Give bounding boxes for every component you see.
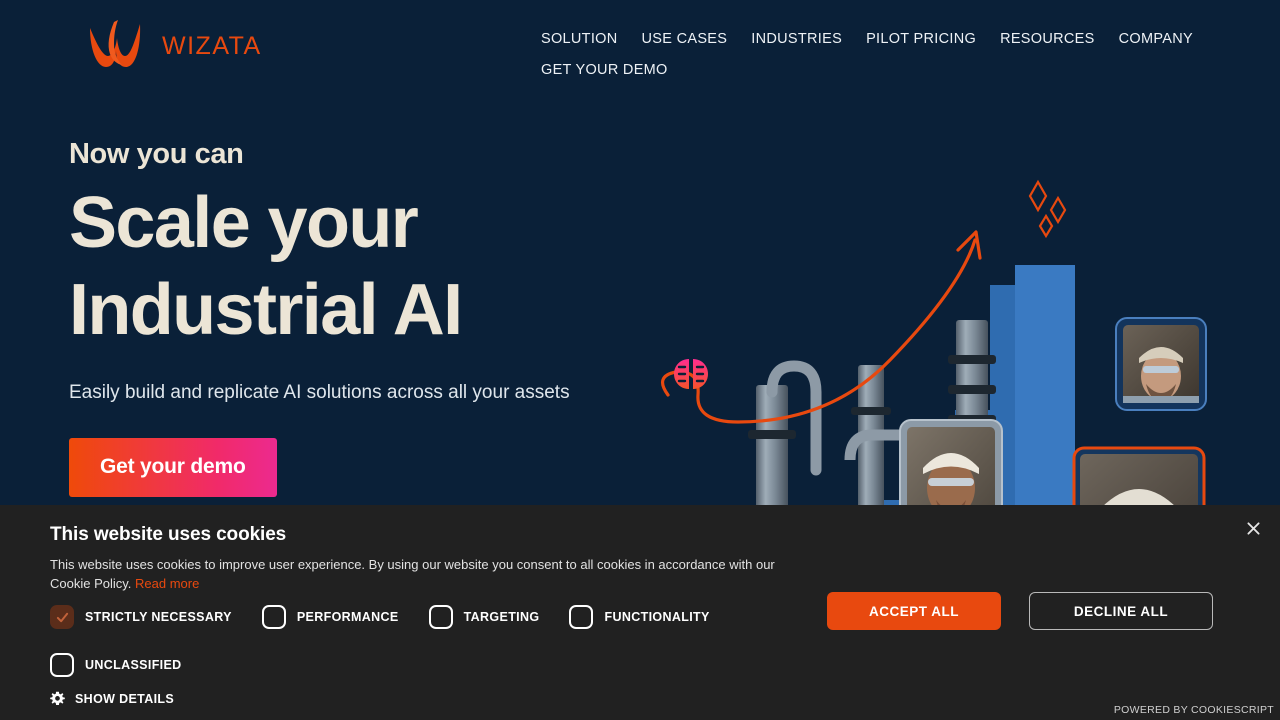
sparkle-diamonds [1028, 179, 1067, 239]
checkbox-strictly-necessary-box[interactable] [50, 605, 74, 629]
checkbox-strictly-necessary[interactable]: STRICTLY NECESSARY [50, 605, 232, 629]
hero-section: Now you can Scale your Industrial AI Eas… [69, 132, 689, 497]
powered-by-label: POWERED BY COOKIESCRIPT [1113, 704, 1274, 716]
checkbox-performance[interactable]: PERFORMANCE [261, 605, 399, 629]
checkbox-functionality[interactable]: FUNCTIONALITY [569, 605, 709, 629]
get-your-demo-button[interactable]: Get your demo [69, 438, 277, 497]
checkbox-targeting-label: TARGETING [463, 610, 540, 624]
checkbox-functionality-label: FUNCTIONALITY [604, 610, 710, 624]
read-more-link[interactable]: Read more [135, 576, 199, 591]
hero-eyebrow: Now you can [69, 138, 244, 170]
show-details-toggle[interactable]: SHOW DETAILS [50, 691, 174, 706]
brand-name: WIZATA [162, 31, 262, 60]
checkbox-strictly-necessary-label: STRICTLY NECESSARY [85, 610, 232, 624]
nav-industries[interactable]: INDUSTRIES [751, 28, 842, 51]
checkbox-unclassified-label: UNCLASSIFIED [85, 658, 182, 672]
nav-resources[interactable]: RESOURCES [1000, 28, 1095, 51]
cookie-banner-description: This website uses cookies to improve use… [50, 555, 810, 593]
accept-all-button[interactable]: ACCEPT ALL [827, 592, 1001, 630]
close-icon [1246, 521, 1260, 535]
cookie-action-buttons: ACCEPT ALL DECLINE ALL [827, 592, 1213, 630]
nav-use-cases[interactable]: USE CASES [642, 28, 728, 51]
show-details-label: SHOW DETAILS [75, 691, 175, 706]
checkbox-unclassified-box[interactable] [50, 653, 74, 677]
checkbox-targeting[interactable]: TARGETING [428, 605, 540, 629]
nav-pilot-pricing[interactable]: PILOT PRICING [866, 28, 976, 51]
gear-icon [50, 691, 65, 706]
checkbox-unclassified[interactable]: UNCLASSIFIED [50, 653, 182, 677]
close-banner-button[interactable] [1239, 514, 1267, 542]
checkbox-performance-box[interactable] [261, 605, 286, 629]
main-navigation: SOLUTION USE CASES INDUSTRIES PILOT PRIC… [541, 28, 1241, 82]
checkbox-targeting-box[interactable] [428, 605, 453, 629]
hero-headline-line-1: Scale your [69, 183, 419, 263]
nav-company[interactable]: COMPANY [1119, 28, 1193, 51]
site-header: WIZATA SOLUTION USE CASES INDUSTRIES PIL… [0, 0, 1280, 100]
nav-solution[interactable]: SOLUTION [541, 28, 618, 51]
brand-logo[interactable]: WIZATA [84, 18, 262, 74]
nav-get-your-demo[interactable]: GET YOUR DEMO [541, 59, 668, 82]
hero-headline-line-2: Industrial AI [69, 270, 463, 350]
hero-subheading: Easily build and replicate AI solutions … [69, 382, 570, 403]
hero-headline: Scale your Industrial AI [69, 180, 689, 354]
cookie-category-row: STRICTLY NECESSARY PERFORMANCE TARGETING… [50, 605, 740, 629]
checkbox-performance-label: PERFORMANCE [296, 610, 399, 624]
cookie-consent-banner: This website uses cookies This website u… [0, 505, 1280, 720]
check-icon [56, 612, 68, 622]
decline-all-button[interactable]: DECLINE ALL [1029, 592, 1213, 630]
wizata-flame-w-logo-icon [84, 18, 148, 74]
cookie-banner-title: This website uses cookies [50, 524, 287, 545]
worker-photo-card-bearded-male [1115, 317, 1207, 411]
page-root: WIZATA SOLUTION USE CASES INDUSTRIES PIL… [0, 0, 1280, 720]
checkbox-functionality-box[interactable] [569, 605, 594, 629]
